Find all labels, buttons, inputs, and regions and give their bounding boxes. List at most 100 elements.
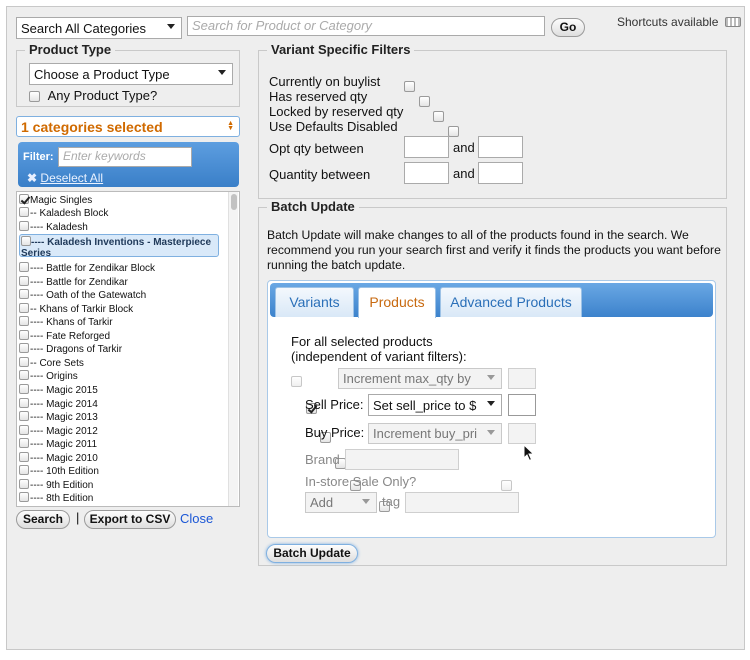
category-checkbox[interactable] <box>19 262 29 272</box>
list-item[interactable]: ---- Oath of the Gatewatch <box>19 289 146 302</box>
shortcuts-label[interactable]: Shortcuts available <box>617 15 741 29</box>
product-type-select[interactable]: Choose a Product Type <box>29 63 233 85</box>
filter-label: Filter: <box>23 151 54 163</box>
search-input[interactable]: Search for Product or Category <box>187 16 545 36</box>
list-item[interactable]: ---- Magic 2010 <box>19 452 98 465</box>
category-label: ---- Magic 2015 <box>30 385 98 396</box>
has-reserved-qty-checkbox[interactable] <box>418 96 430 108</box>
intro-line-1: For all selected products <box>291 334 433 349</box>
quantity-between-label: Quantity between <box>269 167 371 182</box>
close-link[interactable]: Close <box>180 511 213 526</box>
category-checkbox[interactable] <box>19 398 29 408</box>
tag-action-value: Add <box>310 495 334 510</box>
category-checkbox[interactable] <box>19 492 29 502</box>
variant-filters-legend: Variant Specific Filters <box>267 42 415 57</box>
any-product-type-option[interactable]: Any Product Type? <box>29 88 157 103</box>
batch-update-button[interactable]: Batch Update <box>266 544 358 563</box>
list-item[interactable]: -- Core Sets <box>19 357 84 370</box>
categories-selected-header[interactable]: 1 categories selected ▲ ▼ <box>16 116 240 137</box>
category-checkbox[interactable] <box>19 221 29 231</box>
max-qty-checkbox[interactable] <box>291 376 302 388</box>
category-scope-select[interactable]: Search All Categories <box>16 17 182 39</box>
list-item[interactable]: ---- 8th Edition <box>19 492 93 505</box>
sell-price-action-select[interactable]: Set sell_price to $ <box>368 394 502 416</box>
brand-input[interactable] <box>345 449 459 470</box>
category-checkbox[interactable] <box>19 276 29 286</box>
currently-on-buylist-checkbox[interactable] <box>404 81 415 93</box>
list-item[interactable]: ---- Magic 2011 <box>19 438 97 451</box>
list-item[interactable]: ---- Magic 2015 <box>19 384 98 397</box>
category-checkbox[interactable] <box>19 411 29 421</box>
export-csv-button[interactable]: Export to CSV <box>84 510 176 529</box>
category-label: ---- Khans of Tarkir <box>30 317 113 328</box>
tag-action-select[interactable]: Add <box>305 492 377 513</box>
any-product-type-checkbox[interactable] <box>29 91 40 103</box>
category-checkbox[interactable] <box>19 425 29 435</box>
max-qty-action-select[interactable]: Increment max_qty by <box>338 368 502 389</box>
list-item[interactable]: ---- Kaladesh <box>19 221 88 234</box>
instore-value-checkbox[interactable] <box>501 480 513 492</box>
use-defaults-disabled-checkbox[interactable] <box>447 126 459 138</box>
category-checkbox[interactable] <box>19 357 29 367</box>
category-filter-input[interactable]: Enter keywords <box>58 147 192 167</box>
category-label: ---- Magic 2014 <box>30 399 98 410</box>
list-item[interactable]: ---- Battle for Zendikar <box>19 276 128 289</box>
list-item[interactable]: Magic Singles <box>19 194 92 207</box>
category-label: ---- Magic 2010 <box>30 453 98 464</box>
category-label: ---- 10th Edition <box>30 466 99 477</box>
category-list[interactable]: Magic Singles -- Kaladesh Block ---- Kal… <box>16 191 240 507</box>
scrollbar-thumb[interactable] <box>231 194 237 210</box>
category-checkbox[interactable] <box>19 194 29 204</box>
max-qty-value-input[interactable] <box>508 368 536 389</box>
buy-price-value-input[interactable] <box>508 423 536 444</box>
list-item[interactable]: ---- Dragons of Tarkir <box>19 343 122 356</box>
buy-price-action-select[interactable]: Increment buy_pri <box>368 423 502 444</box>
sell-price-value-input[interactable] <box>508 394 536 416</box>
category-label: ---- Dragons of Tarkir <box>30 344 123 355</box>
list-item[interactable]: ---- Magic 2013 <box>19 411 98 424</box>
category-label: ---- Kaladesh Inventions - Masterpiece S… <box>21 237 212 259</box>
category-checkbox[interactable] <box>19 303 29 313</box>
category-checkbox[interactable] <box>19 289 29 299</box>
use-defaults-disabled-label: Use Defaults Disabled <box>269 119 398 134</box>
category-checkbox[interactable] <box>19 370 29 380</box>
list-item[interactable]: -- Khans of Tarkir Block <box>19 303 133 316</box>
category-checkbox[interactable] <box>19 316 29 326</box>
opt-qty-min-input[interactable] <box>404 136 449 158</box>
list-item[interactable]: ---- Fate Reforged <box>19 330 110 343</box>
category-checkbox[interactable] <box>19 384 29 394</box>
locked-by-reserved-qty-checkbox[interactable] <box>433 111 445 123</box>
list-item[interactable]: ---- Battle for Zendikar Block <box>19 262 155 275</box>
list-item[interactable]: -- Kaladesh Block <box>19 207 108 220</box>
category-label: -- Kaladesh Block <box>30 208 109 219</box>
category-checkbox[interactable] <box>19 438 29 448</box>
category-checkbox[interactable] <box>19 479 29 489</box>
list-item[interactable]: ---- Khans of Tarkir <box>19 316 113 329</box>
list-item[interactable]: ---- Magic 2014 <box>19 398 98 411</box>
tag-input[interactable] <box>405 492 519 513</box>
list-item[interactable]: ---- 9th Edition <box>19 479 93 492</box>
list-item[interactable]: ---- 10th Edition <box>19 465 99 478</box>
list-item-highlighted[interactable]: ---- Kaladesh Inventions - Masterpiece S… <box>19 234 219 259</box>
category-checkbox[interactable] <box>19 330 29 340</box>
quantity-max-input[interactable] <box>478 162 523 184</box>
list-item[interactable]: ---- Magic 2012 <box>19 425 98 438</box>
category-checkbox[interactable] <box>19 207 29 217</box>
tab-products[interactable]: Products <box>358 287 436 318</box>
category-checkbox[interactable] <box>21 236 31 246</box>
category-checkbox[interactable] <box>19 465 29 475</box>
quantity-min-input[interactable] <box>404 162 449 184</box>
opt-qty-max-input[interactable] <box>478 136 523 158</box>
category-scrollbar[interactable] <box>228 192 238 506</box>
category-checkbox[interactable] <box>19 452 29 462</box>
variant-filters-fieldset: Variant Specific Filters Currently on bu… <box>258 42 727 199</box>
category-label: ---- Magic 2013 <box>30 412 98 423</box>
tab-advanced-products[interactable]: Advanced Products <box>440 287 582 317</box>
search-button[interactable]: Search <box>16 510 70 529</box>
tab-variants[interactable]: Variants <box>275 287 354 317</box>
list-item[interactable]: ---- Origins <box>19 370 78 383</box>
product-type-legend: Product Type <box>25 42 116 57</box>
category-checkbox[interactable] <box>19 343 29 353</box>
go-button[interactable]: Go <box>551 18 585 37</box>
deselect-all-link[interactable]: ✖ Deselect All <box>27 171 103 185</box>
